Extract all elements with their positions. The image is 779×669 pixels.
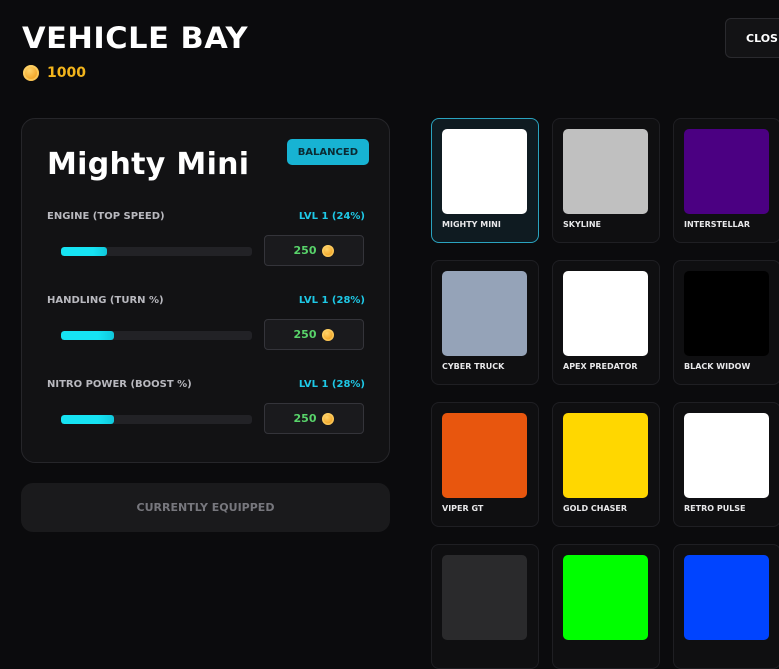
vehicle-card[interactable]: BLACK WIDOW [673, 260, 779, 385]
stat-progress-bar [61, 415, 252, 424]
vehicle-color-swatch [442, 129, 527, 214]
coin-icon [23, 65, 39, 81]
vehicle-color-swatch [563, 413, 648, 498]
vehicle-color-swatch [684, 413, 769, 498]
stat-label: NITRO POWER (BOOST %) [47, 379, 192, 390]
vehicle-card[interactable] [431, 544, 539, 669]
vehicle-card-label: BLACK WIDOW [684, 362, 751, 371]
vehicle-color-swatch [563, 129, 648, 214]
vehicle-card[interactable]: GOLD CHASER [552, 402, 660, 527]
vehicle-card-label: SKYLINE [563, 220, 601, 229]
stat-level: LVL 1 (24%) [298, 211, 365, 222]
close-button[interactable]: CLOSE [725, 18, 779, 58]
vehicle-color-swatch [442, 413, 527, 498]
stat-progress-fill [61, 331, 115, 340]
vehicle-card[interactable] [552, 544, 660, 669]
vehicle-card[interactable]: INTERSTELLAR [673, 118, 779, 243]
vehicle-color-swatch [442, 271, 527, 356]
page-title: VEHICLE BAY [22, 21, 249, 55]
stat-handling: HANDLING (TURN %) LVL 1 (28%) 250 [47, 295, 365, 365]
upgrade-cost: 250 [293, 412, 317, 425]
vehicle-color-swatch [563, 555, 648, 640]
vehicle-card[interactable] [673, 544, 779, 669]
stat-progress-bar [61, 331, 252, 340]
coin-amount: 1000 [47, 65, 86, 81]
upgrade-nitro-button[interactable]: 250 [264, 403, 364, 434]
coin-icon [322, 328, 335, 341]
vehicle-card-label: INTERSTELLAR [684, 220, 750, 229]
stat-level: LVL 1 (28%) [298, 379, 365, 390]
upgrade-cost: 250 [293, 244, 317, 257]
vehicle-card[interactable]: APEX PREDATOR [552, 260, 660, 385]
vehicle-card-label: CYBER TRUCK [442, 362, 505, 371]
upgrade-handling-button[interactable]: 250 [264, 319, 364, 350]
vehicle-card[interactable]: MIGHTY MINI [431, 118, 539, 243]
upgrade-cost: 250 [293, 328, 317, 341]
coin-icon [322, 412, 335, 425]
stat-progress-bar [61, 247, 252, 256]
stat-level: LVL 1 (28%) [298, 295, 365, 306]
vehicle-color-swatch [563, 271, 648, 356]
equip-status-button[interactable]: CURRENTLY EQUIPPED [21, 483, 390, 532]
vehicle-details-panel: BALANCED Mighty Mini ENGINE (TOP SPEED) … [21, 118, 390, 463]
stat-progress-fill [61, 415, 115, 424]
vehicle-card-label: VIPER GT [442, 504, 484, 513]
vehicle-color-swatch [684, 555, 769, 640]
vehicle-color-swatch [442, 555, 527, 640]
vehicle-name: Mighty Mini [47, 147, 250, 182]
vehicle-card-label: MIGHTY MINI [442, 220, 501, 229]
stat-progress-fill [61, 247, 107, 256]
coin-balance: 1000 [23, 65, 86, 81]
coin-icon [322, 244, 335, 257]
stat-nitro: NITRO POWER (BOOST %) LVL 1 (28%) 250 [47, 379, 365, 449]
vehicle-card-label: APEX PREDATOR [563, 362, 638, 371]
vehicle-card-label: GOLD CHASER [563, 504, 628, 513]
vehicle-card[interactable]: VIPER GT [431, 402, 539, 527]
upgrade-engine-button[interactable]: 250 [264, 235, 364, 266]
vehicle-color-swatch [684, 129, 769, 214]
vehicle-card[interactable]: CYBER TRUCK [431, 260, 539, 385]
stat-label: HANDLING (TURN %) [47, 295, 164, 306]
vehicle-card[interactable]: SKYLINE [552, 118, 660, 243]
vehicle-color-swatch [684, 271, 769, 356]
vehicle-class-badge: BALANCED [286, 139, 369, 165]
vehicle-card[interactable]: RETRO PULSE [673, 402, 779, 527]
stat-engine: ENGINE (TOP SPEED) LVL 1 (24%) 250 [47, 211, 365, 281]
stat-label: ENGINE (TOP SPEED) [47, 211, 165, 222]
vehicle-card-label: RETRO PULSE [684, 504, 746, 513]
